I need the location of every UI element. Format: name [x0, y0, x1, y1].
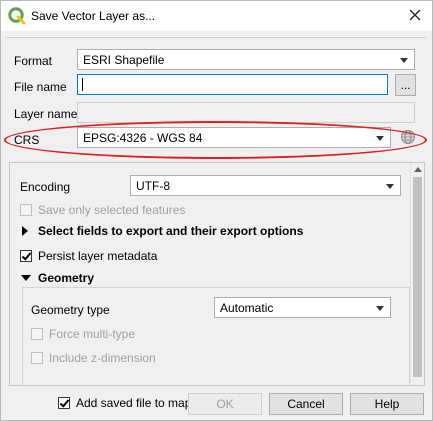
crs-value: EPSG:4326 - WGS 84	[83, 131, 203, 145]
chevron-down-icon	[400, 58, 408, 63]
layername-input[interactable]	[77, 102, 415, 123]
add-saved-label: Add saved file to map	[76, 396, 192, 410]
geometry-type-value: Automatic	[220, 301, 274, 315]
force-multi-label: Force multi-type	[49, 327, 136, 341]
browse-button[interactable]: ...	[395, 74, 416, 96]
crs-combo[interactable]: EPSG:4326 - WGS 84	[77, 127, 391, 148]
options-scrollbar[interactable]	[410, 163, 424, 383]
force-multi-checkbox[interactable]	[31, 328, 43, 340]
separator	[6, 37, 426, 38]
expand-arrow-icon[interactable]	[22, 226, 28, 236]
format-value: ESRI Shapefile	[83, 53, 165, 67]
dialog-button-bar: Add saved file to map OK Cancel Help	[1, 386, 432, 420]
persist-metadata-label: Persist layer metadata	[38, 249, 158, 263]
geometry-type-combo[interactable]: Automatic	[214, 297, 391, 318]
collapse-arrow-icon[interactable]	[21, 275, 31, 281]
crs-label: CRS	[14, 133, 40, 147]
encoding-combo[interactable]: UTF-8	[130, 175, 401, 196]
encoding-label: Encoding	[20, 180, 71, 194]
options-panel: Encoding UTF-8 Save only selected featur…	[9, 162, 425, 386]
chevron-down-icon	[376, 306, 384, 311]
chevron-down-icon	[376, 136, 384, 141]
filename-input[interactable]	[77, 74, 388, 95]
encoding-value: UTF-8	[136, 179, 170, 193]
save-selected-checkbox[interactable]	[20, 204, 32, 216]
include-z-checkbox[interactable]	[31, 352, 43, 364]
window-title: Save Vector Layer as...	[31, 9, 156, 23]
chevron-down-icon	[386, 184, 394, 189]
scrollbar-thumb[interactable]	[413, 177, 422, 377]
geometry-header[interactable]: Geometry	[38, 271, 94, 285]
qgis-logo-icon	[8, 7, 26, 25]
select-fields-header[interactable]: Select fields to export and their export…	[38, 224, 303, 238]
add-saved-checkbox[interactable]	[58, 397, 70, 409]
format-combo[interactable]: ESRI Shapefile	[77, 49, 415, 70]
layername-label: Layer name	[14, 107, 78, 121]
scroll-up-arrow-icon[interactable]	[414, 167, 422, 172]
geometry-type-label: Geometry type	[31, 303, 110, 317]
cancel-button[interactable]: Cancel	[269, 393, 343, 415]
title-bar: Save Vector Layer as...	[1, 1, 432, 31]
filename-label: File name	[14, 80, 67, 94]
crs-selector-globe-icon[interactable]	[400, 129, 416, 145]
include-z-label: Include z-dimension	[49, 351, 156, 365]
geometry-group: Geometry type Automatic Force multi-type…	[22, 287, 410, 385]
text-caret	[82, 78, 83, 91]
ok-button[interactable]: OK	[188, 393, 262, 415]
save-selected-label: Save only selected features	[38, 203, 186, 217]
persist-metadata-checkbox[interactable]	[20, 250, 32, 262]
close-icon[interactable]	[407, 7, 423, 23]
format-label: Format	[14, 54, 53, 68]
help-button[interactable]: Help	[350, 393, 424, 415]
save-vector-layer-dialog: Save Vector Layer as... Format ESRI Shap…	[0, 0, 433, 421]
